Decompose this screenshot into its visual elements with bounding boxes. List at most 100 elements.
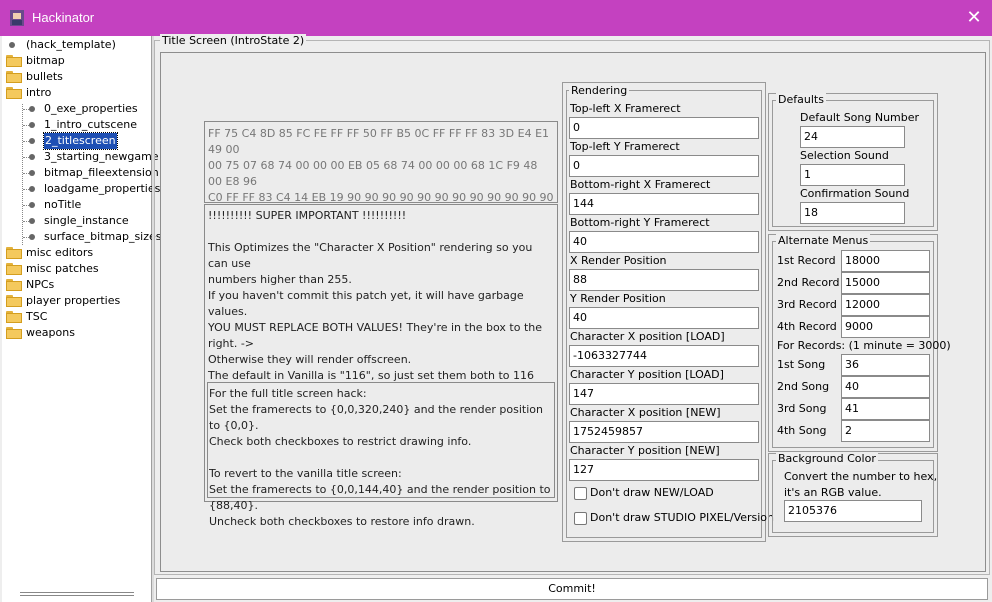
record-2-input[interactable]: 15000 (841, 272, 930, 294)
tree-item-label: bitmap (26, 54, 65, 67)
panel-legend: Title Screen (IntroState 2) (160, 34, 307, 47)
leaf-icon (29, 234, 35, 240)
tree-item-label: (hack_template) (26, 38, 116, 51)
x-render-input[interactable]: 88 (569, 269, 759, 291)
checkbox-label: Don't draw NEW/LOAD (590, 486, 714, 499)
field-label: Y Render Position (570, 292, 666, 305)
confirmation-sound-input[interactable]: 18 (800, 202, 905, 224)
leaf-icon (29, 218, 35, 224)
tree-item-label: bitmap_fileextension (44, 166, 159, 179)
tree-item-label: bullets (26, 70, 63, 83)
tree-item-label: misc patches (26, 262, 99, 275)
leaf-icon (29, 154, 35, 160)
field-label: Character X position [LOAD] (570, 330, 725, 343)
record-4-input[interactable]: 9000 (841, 316, 930, 338)
field-label: Character X position [NEW] (570, 406, 721, 419)
song-label: 2nd Song (777, 380, 830, 393)
folder-icon (6, 279, 22, 291)
field-label: Character Y position [NEW] (570, 444, 720, 457)
tree-item-label: surface_bitmap_sizes (44, 230, 162, 243)
tree-item-label: weapons (26, 326, 75, 339)
rendering-legend: Rendering (569, 84, 630, 97)
no-studio-checkbox[interactable] (574, 512, 587, 525)
song-1-input[interactable]: 36 (841, 354, 930, 376)
leaf-icon (29, 138, 35, 144)
hex-textarea[interactable]: FF 75 C4 8D 85 FC FE FF FF 50 FF B5 0C F… (204, 121, 558, 236)
window-title: Hackinator (32, 10, 95, 25)
tree-item-label: NPCs (26, 278, 55, 291)
char-y-load-input[interactable]: 147 (569, 383, 759, 405)
leaf-icon (29, 202, 35, 208)
checkbox-label: Don't draw STUDIO PIXEL/Version (590, 511, 775, 524)
field-label: Confirmation Sound (800, 187, 910, 200)
char-x-load-input[interactable]: -1063327744 (569, 345, 759, 367)
leaf-icon (29, 122, 35, 128)
tree-item-label: 0_exe_properties (44, 102, 138, 115)
tree-item-label: TSC (26, 310, 48, 323)
folder-icon (6, 55, 22, 67)
commit-button[interactable]: Commit! (156, 578, 988, 600)
topleft-y-input[interactable]: 0 (569, 155, 759, 177)
tree-item-label: intro (26, 86, 52, 99)
close-icon[interactable]: ✕ (964, 8, 984, 28)
selection-sound-input[interactable]: 1 (800, 164, 905, 186)
tree-item-label: misc editors (26, 246, 94, 259)
defaults-legend: Defaults (776, 93, 826, 106)
records-note: For Records: (1 minute = 3000) (777, 339, 951, 352)
song-label: 3rd Song (777, 402, 827, 415)
notes2-textarea[interactable]: For the full title screen hack: Set the … (207, 382, 555, 528)
alternate-menus-legend: Alternate Menus (776, 234, 871, 247)
no-newload-checkbox[interactable] (574, 487, 587, 500)
field-label: Character Y position [LOAD] (570, 368, 724, 381)
record-label: 3rd Record (777, 298, 837, 311)
tree-item-label: single_instance (44, 214, 129, 227)
background-color-desc: Convert the number to hex, it's an RGB v… (784, 470, 938, 499)
tree-item-label: player properties (26, 294, 121, 307)
record-1-input[interactable]: 18000 (841, 250, 930, 272)
tree-item-label: 3_starting_newgame (44, 150, 159, 163)
tree-item-label: loadgame_properties (44, 182, 161, 195)
tree-item-label: 1_intro_cutscene (44, 118, 137, 131)
field-label: Bottom-right Y Framerect (570, 216, 710, 229)
topleft-x-input[interactable]: 0 (569, 117, 759, 139)
folder-icon (6, 327, 22, 339)
record-label: 2nd Record (777, 276, 840, 289)
field-label: Selection Sound (800, 149, 889, 162)
song-label: 4th Song (777, 424, 827, 437)
folder-icon (6, 71, 22, 83)
tree-horizontal-scrollbar[interactable] (20, 592, 134, 596)
song-2-input[interactable]: 40 (841, 376, 930, 398)
field-label: Top-left Y Framerect (570, 140, 680, 153)
background-color-legend: Background Color (776, 452, 878, 465)
tree-item-label: 2_titlescreen (43, 132, 118, 150)
leaf-icon (9, 42, 15, 48)
leaf-icon (29, 106, 35, 112)
tree-panel[interactable]: (hack_template) bitmap bullets intro 0_e… (2, 36, 162, 602)
char-x-new-input[interactable]: 1752459857 (569, 421, 759, 443)
record-3-input[interactable]: 12000 (841, 294, 930, 316)
leaf-icon (29, 170, 35, 176)
y-render-input[interactable]: 40 (569, 307, 759, 329)
field-label: Default Song Number (800, 111, 920, 124)
song-4-input[interactable]: 2 (841, 420, 930, 442)
char-y-new-input[interactable]: 127 (569, 459, 759, 481)
folder-icon (6, 247, 22, 259)
bottomright-y-input[interactable]: 40 (569, 231, 759, 253)
song-label: 1st Song (777, 358, 826, 371)
default-song-input[interactable]: 24 (800, 126, 905, 148)
folder-open-icon (6, 87, 22, 99)
field-label: Top-left X Framerect (570, 102, 681, 115)
record-label: 1st Record (777, 254, 836, 267)
record-label: 4th Record (777, 320, 837, 333)
folder-icon (6, 263, 22, 275)
app-icon (10, 10, 24, 26)
background-color-input[interactable]: 2105376 (784, 500, 922, 522)
leaf-icon (29, 186, 35, 192)
title-bar: Hackinator ✕ (0, 0, 992, 36)
folder-icon (6, 295, 22, 307)
tree-item-label: noTitle (44, 198, 82, 211)
song-3-input[interactable]: 41 (841, 398, 930, 420)
bottomright-x-input[interactable]: 144 (569, 193, 759, 215)
field-label: Bottom-right X Framerect (570, 178, 711, 191)
field-label: X Render Position (570, 254, 667, 267)
